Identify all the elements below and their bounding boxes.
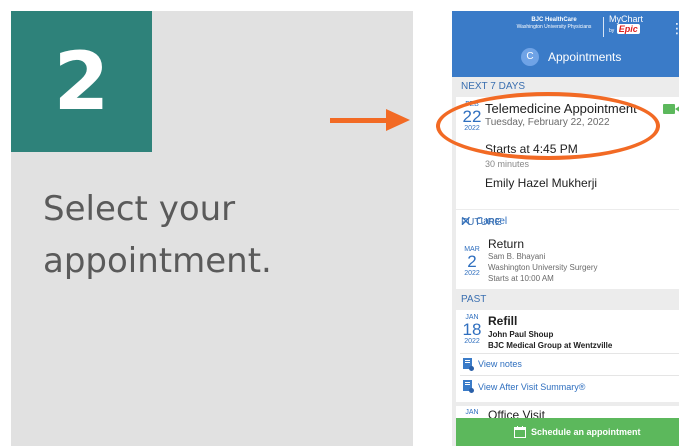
appointment-card-refill[interactable]: JAN 18 2022 Refill John Paul Shoup BJC M… (456, 310, 679, 402)
logo-divider (603, 17, 604, 37)
document-icon (463, 380, 474, 393)
date-day: 2 (467, 252, 477, 271)
avatar[interactable]: C (521, 48, 539, 66)
pointer-arrow-shaft (330, 118, 392, 123)
appointment-provider: Sam B. Bhayani (488, 252, 546, 261)
appointment-location: Washington University Surgery (488, 263, 598, 272)
mychart-screen: BJC HealthCare Washington University Phy… (452, 11, 679, 446)
view-after-visit-summary-link[interactable]: View After Visit Summary® (478, 382, 585, 392)
appointment-date: JAN (462, 409, 482, 417)
date-month: JAN (465, 409, 479, 416)
date-day: 18 (462, 320, 482, 339)
date-year: 2022 (464, 270, 480, 277)
appointment-start-time: Starts at 10:00 AM (488, 274, 554, 283)
schedule-appointment-button[interactable]: Schedule an appointment (456, 418, 679, 446)
divider (460, 353, 679, 354)
schedule-button-label: Schedule an appointment (531, 427, 641, 437)
highlight-ellipse (436, 92, 660, 160)
view-notes-link[interactable]: View notes (478, 359, 522, 369)
appointment-title: Refill (488, 314, 518, 328)
bjc-logo: BJC HealthCare Washington University Phy… (510, 17, 598, 31)
more-menu-icon[interactable]: ⋮ (670, 21, 679, 35)
appointment-date: MAR 2 2022 (462, 246, 482, 278)
date-year: 2022 (464, 338, 480, 345)
app-header: BJC HealthCare Washington University Phy… (452, 11, 679, 77)
video-camera-icon (663, 104, 679, 114)
section-future: FUTURE (461, 217, 502, 228)
step-number: 2 (53, 34, 110, 128)
org-subtitle: Washington University Physicians (516, 24, 592, 30)
page-title: Appointments (548, 50, 622, 64)
notes-icon (463, 358, 474, 371)
org-name: BJC HealthCare (531, 17, 577, 23)
mychart-logo: MyChart by Epic (609, 14, 643, 36)
appointment-location: BJC Medical Group at Wentzville (488, 341, 613, 350)
instruction-panel: 2 Select your appointment. (11, 11, 413, 446)
epic-logo: Epic (616, 24, 640, 34)
appointment-provider: Emily Hazel Mukherji (485, 176, 598, 190)
logo-by: by (609, 28, 615, 34)
appointment-title: Return (488, 237, 525, 251)
instruction-text: Select your appointment. (43, 189, 272, 281)
app-name: MyChart (609, 14, 644, 24)
pointer-arrow-head (386, 109, 410, 131)
appointment-duration: 30 minutes (485, 159, 530, 169)
calendar-icon (514, 426, 526, 438)
appointment-date: JAN 18 2022 (462, 314, 482, 346)
divider (460, 375, 679, 376)
appointment-provider: John Paul Shoup (488, 330, 554, 339)
section-past: PAST (461, 294, 487, 305)
appointment-card-return[interactable]: MAR 2 2022 Return Sam B. Bhayani Washing… (456, 233, 679, 289)
step-number-box: 2 (11, 11, 152, 152)
